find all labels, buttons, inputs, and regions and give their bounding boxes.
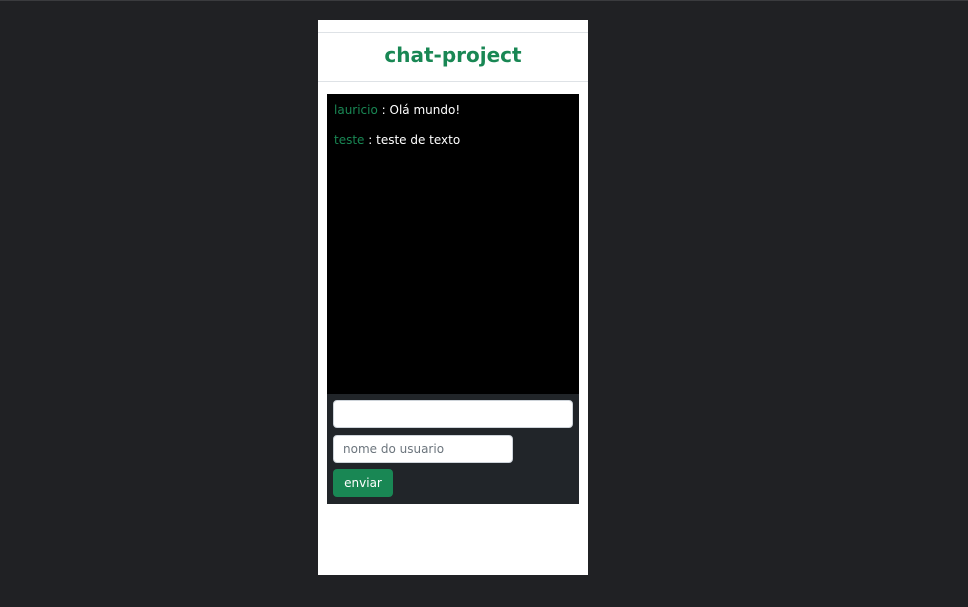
message-text: Olá mundo!	[389, 103, 461, 117]
page-title: chat-project	[384, 43, 522, 67]
message-separator: :	[364, 133, 377, 147]
window-top-border	[0, 0, 968, 1]
chat-message: lauricio : Olá mundo!	[334, 102, 460, 118]
chat-messages-panel[interactable]: lauricio : Olá mundo! teste : teste de t…	[327, 94, 579, 394]
username-input[interactable]	[333, 435, 513, 463]
message-separator: :	[377, 103, 390, 117]
message-form: enviar	[327, 394, 579, 504]
header-divider-top	[318, 32, 588, 33]
chat-card: chat-project lauricio : Olá mundo! teste…	[318, 20, 588, 575]
message-username: teste	[334, 133, 365, 147]
message-input[interactable]	[333, 400, 573, 428]
chat-message: teste : teste de texto	[334, 132, 460, 148]
message-text: teste de texto	[376, 133, 461, 147]
header-divider-bottom	[318, 81, 588, 82]
send-button[interactable]: enviar	[333, 469, 393, 497]
message-username: lauricio	[334, 103, 378, 117]
